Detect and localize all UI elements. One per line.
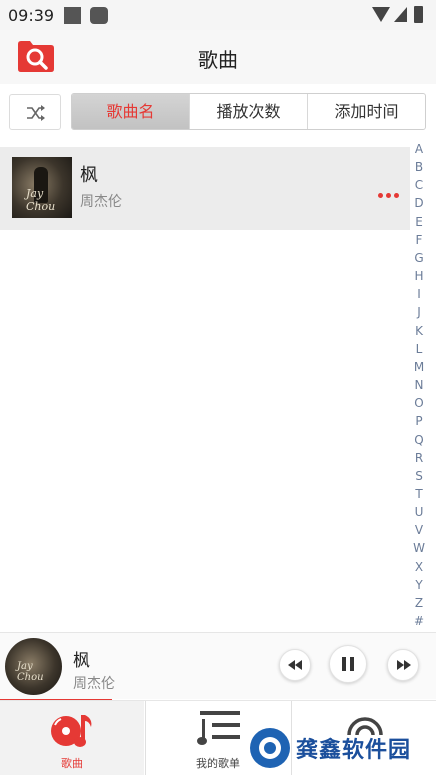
sort-tab-play-count[interactable]: 播放次数 (189, 94, 307, 129)
alphabet-index-letter[interactable]: D (410, 194, 428, 212)
mini-player[interactable]: Jay Chou 枫 周杰伦 (0, 632, 436, 701)
alphabet-index-letter[interactable]: U (410, 503, 428, 521)
alphabet-index-letter[interactable]: W (410, 539, 428, 557)
alphabet-index-letter[interactable]: O (410, 394, 428, 412)
more-dots-icon[interactable] (378, 183, 404, 198)
now-playing-cover[interactable]: Jay Chou (5, 638, 62, 695)
signal-icon (394, 7, 407, 22)
song-list-item[interactable]: Jay Chou 枫 周杰伦 (0, 147, 410, 230)
shuffle-icon (27, 105, 45, 121)
album-cover-text: Jay Chou (26, 187, 56, 213)
alphabet-index-letter[interactable]: K (410, 322, 428, 340)
fast-forward-icon (397, 660, 411, 670)
battery-icon (414, 6, 423, 23)
alphabet-index-letter[interactable]: X (410, 558, 428, 576)
alphabet-index-letter[interactable]: B (410, 158, 428, 176)
pause-button[interactable] (329, 645, 367, 683)
sort-tab-date-added[interactable]: 添加时间 (307, 94, 425, 129)
alphabet-index-letter[interactable]: R (410, 449, 428, 467)
alphabet-index-letter[interactable]: Q (410, 431, 428, 449)
alphabet-index-letter[interactable]: N (410, 376, 428, 394)
alphabet-index-letter[interactable]: P (410, 412, 428, 430)
now-playing-cover-text: Jay Chou (17, 661, 44, 683)
alphabet-index-letter[interactable]: H (410, 267, 428, 285)
status-time: 09:39 (8, 6, 55, 25)
song-artist: 周杰伦 (80, 194, 122, 210)
alphabet-index-letter[interactable]: Z (410, 594, 428, 612)
alphabet-index-letter[interactable]: J (410, 303, 428, 321)
alphabet-index-letter[interactable]: M (410, 358, 428, 376)
watermark-logo-icon (250, 728, 290, 768)
alphabet-index-letter[interactable]: G (410, 249, 428, 267)
alphabet-index-letter[interactable]: E (410, 213, 428, 231)
watermark-text: 龚鑫软件园 (296, 738, 412, 763)
sort-tab-title[interactable]: 歌曲名 (72, 94, 189, 129)
alphabet-index-letter[interactable]: C (410, 176, 428, 194)
playlist-icon (197, 711, 240, 745)
alphabet-index-letter[interactable]: S (410, 467, 428, 485)
status-bar: 09:39 (0, 0, 436, 30)
page-title: 歌曲 (198, 48, 238, 72)
album-cover: Jay Chou (12, 157, 72, 218)
wifi-icon (372, 7, 390, 22)
watermark: 龚鑫软件园 (248, 724, 436, 775)
sort-tabs: 歌曲名 播放次数 添加时间 (71, 93, 426, 130)
notification-icon (90, 7, 108, 24)
next-button[interactable] (387, 649, 419, 681)
rewind-icon (288, 660, 302, 670)
now-playing-artist: 周杰伦 (73, 676, 115, 692)
music-disc-icon (51, 715, 92, 747)
alphabet-index-letter[interactable]: T (410, 485, 428, 503)
alphabet-index-letter[interactable]: F (410, 231, 428, 249)
previous-button[interactable] (279, 649, 311, 681)
pause-icon (342, 657, 354, 671)
now-playing-title: 枫 (73, 651, 90, 671)
alphabet-index-letter[interactable]: Y (410, 576, 428, 594)
nav-songs[interactable]: 歌曲 (0, 701, 144, 775)
alphabet-index-letter[interactable]: # (410, 612, 428, 630)
notification-icon (64, 7, 81, 24)
sort-toolbar: 歌曲名 播放次数 添加时间 (0, 84, 436, 140)
alphabet-index[interactable]: A B C D E F G H I J K L M N O P Q R S T U V W X Y Z # (410, 140, 428, 630)
song-title: 枫 (80, 165, 98, 186)
shuffle-button[interactable] (9, 94, 61, 130)
alphabet-index-letter[interactable]: A (410, 140, 428, 158)
alphabet-index-letter[interactable]: I (410, 285, 428, 303)
alphabet-index-letter[interactable]: L (410, 340, 428, 358)
app-header: 歌曲 (0, 30, 436, 84)
nav-songs-label: 歌曲 (61, 757, 83, 770)
alphabet-index-letter[interactable]: V (410, 521, 428, 539)
